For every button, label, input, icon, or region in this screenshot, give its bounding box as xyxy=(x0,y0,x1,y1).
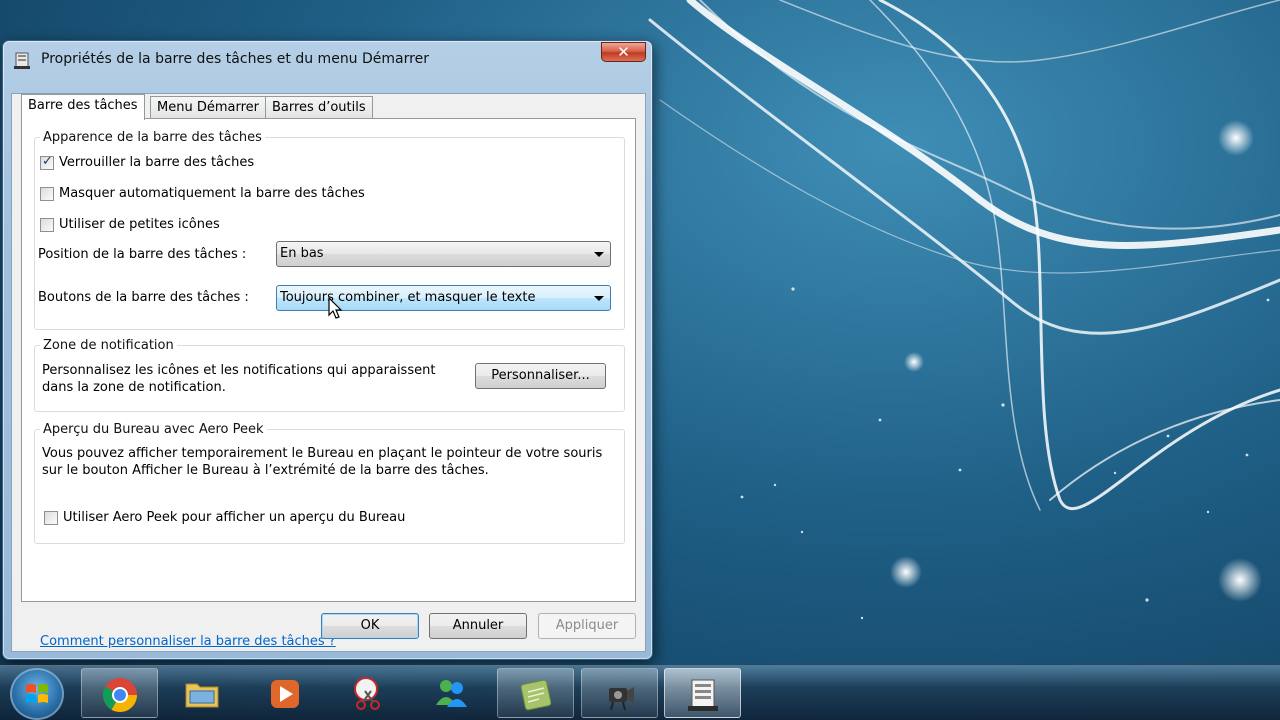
messenger-icon xyxy=(436,680,467,707)
taskbar-properties-icon xyxy=(688,679,718,711)
lock-taskbar-option[interactable]: Verrouiller la barre des tâches xyxy=(40,154,255,170)
dialog-client-area: Barre des tâches Menu Démarrer Barres d’… xyxy=(11,93,646,652)
autohide-checkbox[interactable] xyxy=(40,186,54,201)
small-icons-label: Utiliser de petites icônes xyxy=(59,217,220,232)
mouse-cursor-icon xyxy=(328,297,343,319)
position-dropdown-value: En bas xyxy=(280,246,324,261)
aero-peek-description: Vous pouvez afficher temporairement le B… xyxy=(42,445,602,479)
explorer-folder-icon xyxy=(185,683,219,708)
small-icons-option[interactable]: Utiliser de petites icônes xyxy=(40,217,220,232)
close-button[interactable]: ✕ xyxy=(601,42,646,62)
ok-button[interactable]: OK xyxy=(321,613,419,639)
notification-group-title: Zone de notification xyxy=(43,338,174,353)
aero-peek-group-title: Aperçu du Bureau avec Aero Peek xyxy=(43,422,264,437)
buttons-dropdown-value: Toujours combiner, et masquer le texte xyxy=(280,290,536,305)
window-title: Propriétés de la barre des tâches et du … xyxy=(41,51,429,67)
lock-taskbar-checkbox[interactable] xyxy=(40,154,54,170)
notification-description: Personnalisez les icônes et les notifica… xyxy=(42,362,435,396)
lock-taskbar-label: Verrouiller la barre des tâches xyxy=(59,155,255,170)
use-aero-peek-option[interactable]: Utiliser Aero Peek pour afficher un aper… xyxy=(44,510,405,525)
taskbar-button-explorer[interactable] xyxy=(164,668,241,718)
chrome-icon xyxy=(103,678,137,712)
camera-app-icon xyxy=(609,687,634,711)
customize-button[interactable]: Personnaliser... xyxy=(475,363,606,389)
taskbar-button-properties[interactable] xyxy=(664,668,741,718)
buttons-label: Boutons de la barre des tâches : xyxy=(38,290,249,305)
media-player-icon xyxy=(271,680,299,708)
use-aero-peek-label: Utiliser Aero Peek pour afficher un aper… xyxy=(63,510,406,525)
autohide-option[interactable]: Masquer automatiquement la barre des tâc… xyxy=(40,186,365,201)
aero-peek-text-line1: Vous pouvez afficher temporairement le B… xyxy=(42,446,603,461)
taskbar-button-notes[interactable] xyxy=(497,668,574,718)
tab-barres-d-outils[interactable]: Barres d’outils xyxy=(265,96,373,118)
tab-panel: Apparence de la barre des tâches Verroui… xyxy=(21,118,636,649)
taskbar-button-camera[interactable] xyxy=(581,668,658,718)
small-icons-checkbox[interactable] xyxy=(40,217,54,232)
notification-text-line2: dans la zone de notification. xyxy=(42,380,226,395)
tab-menu-demarrer[interactable]: Menu Démarrer xyxy=(150,96,266,118)
chevron-down-icon xyxy=(594,296,604,301)
taskbar-settings-icon xyxy=(14,52,30,69)
taskbar xyxy=(0,665,1280,720)
buttons-dropdown[interactable]: Toujours combiner, et masquer le texte xyxy=(276,285,611,311)
taskbar-button-snipping-tool[interactable] xyxy=(330,668,407,718)
autohide-label: Masquer automatiquement la barre des tâc… xyxy=(59,186,365,201)
apply-button[interactable]: Appliquer xyxy=(538,613,636,639)
taskbar-button-chrome[interactable] xyxy=(81,668,158,718)
taskbar-button-media-player[interactable] xyxy=(247,668,324,718)
chevron-down-icon xyxy=(594,252,604,257)
appearance-group-title: Apparence de la barre des tâches xyxy=(43,130,262,145)
snipping-tool-icon xyxy=(354,677,380,710)
cancel-button[interactable]: Annuler xyxy=(429,613,527,639)
taskbar-properties-window: Propriétés de la barre des tâches et du … xyxy=(2,40,653,660)
use-aero-peek-checkbox[interactable] xyxy=(44,510,58,525)
taskbar-button-messenger[interactable] xyxy=(413,668,490,718)
notes-app-icon xyxy=(520,679,552,711)
position-label: Position de la barre des tâches : xyxy=(38,247,247,262)
help-link[interactable]: Comment personnaliser la barre des tâche… xyxy=(40,634,336,649)
notification-text-line1: Personnalisez les icônes et les notifica… xyxy=(42,363,436,378)
position-dropdown[interactable]: En bas xyxy=(276,241,611,267)
aero-peek-text-line2: sur le bouton Afficher le Bureau à l’ext… xyxy=(42,463,489,478)
tab-barre-des-taches[interactable]: Barre des tâches xyxy=(21,94,145,120)
windows-logo-icon xyxy=(26,684,48,703)
start-button[interactable] xyxy=(10,668,64,720)
aero-peek-group: Aperçu du Bureau avec Aero Peek xyxy=(34,422,625,544)
